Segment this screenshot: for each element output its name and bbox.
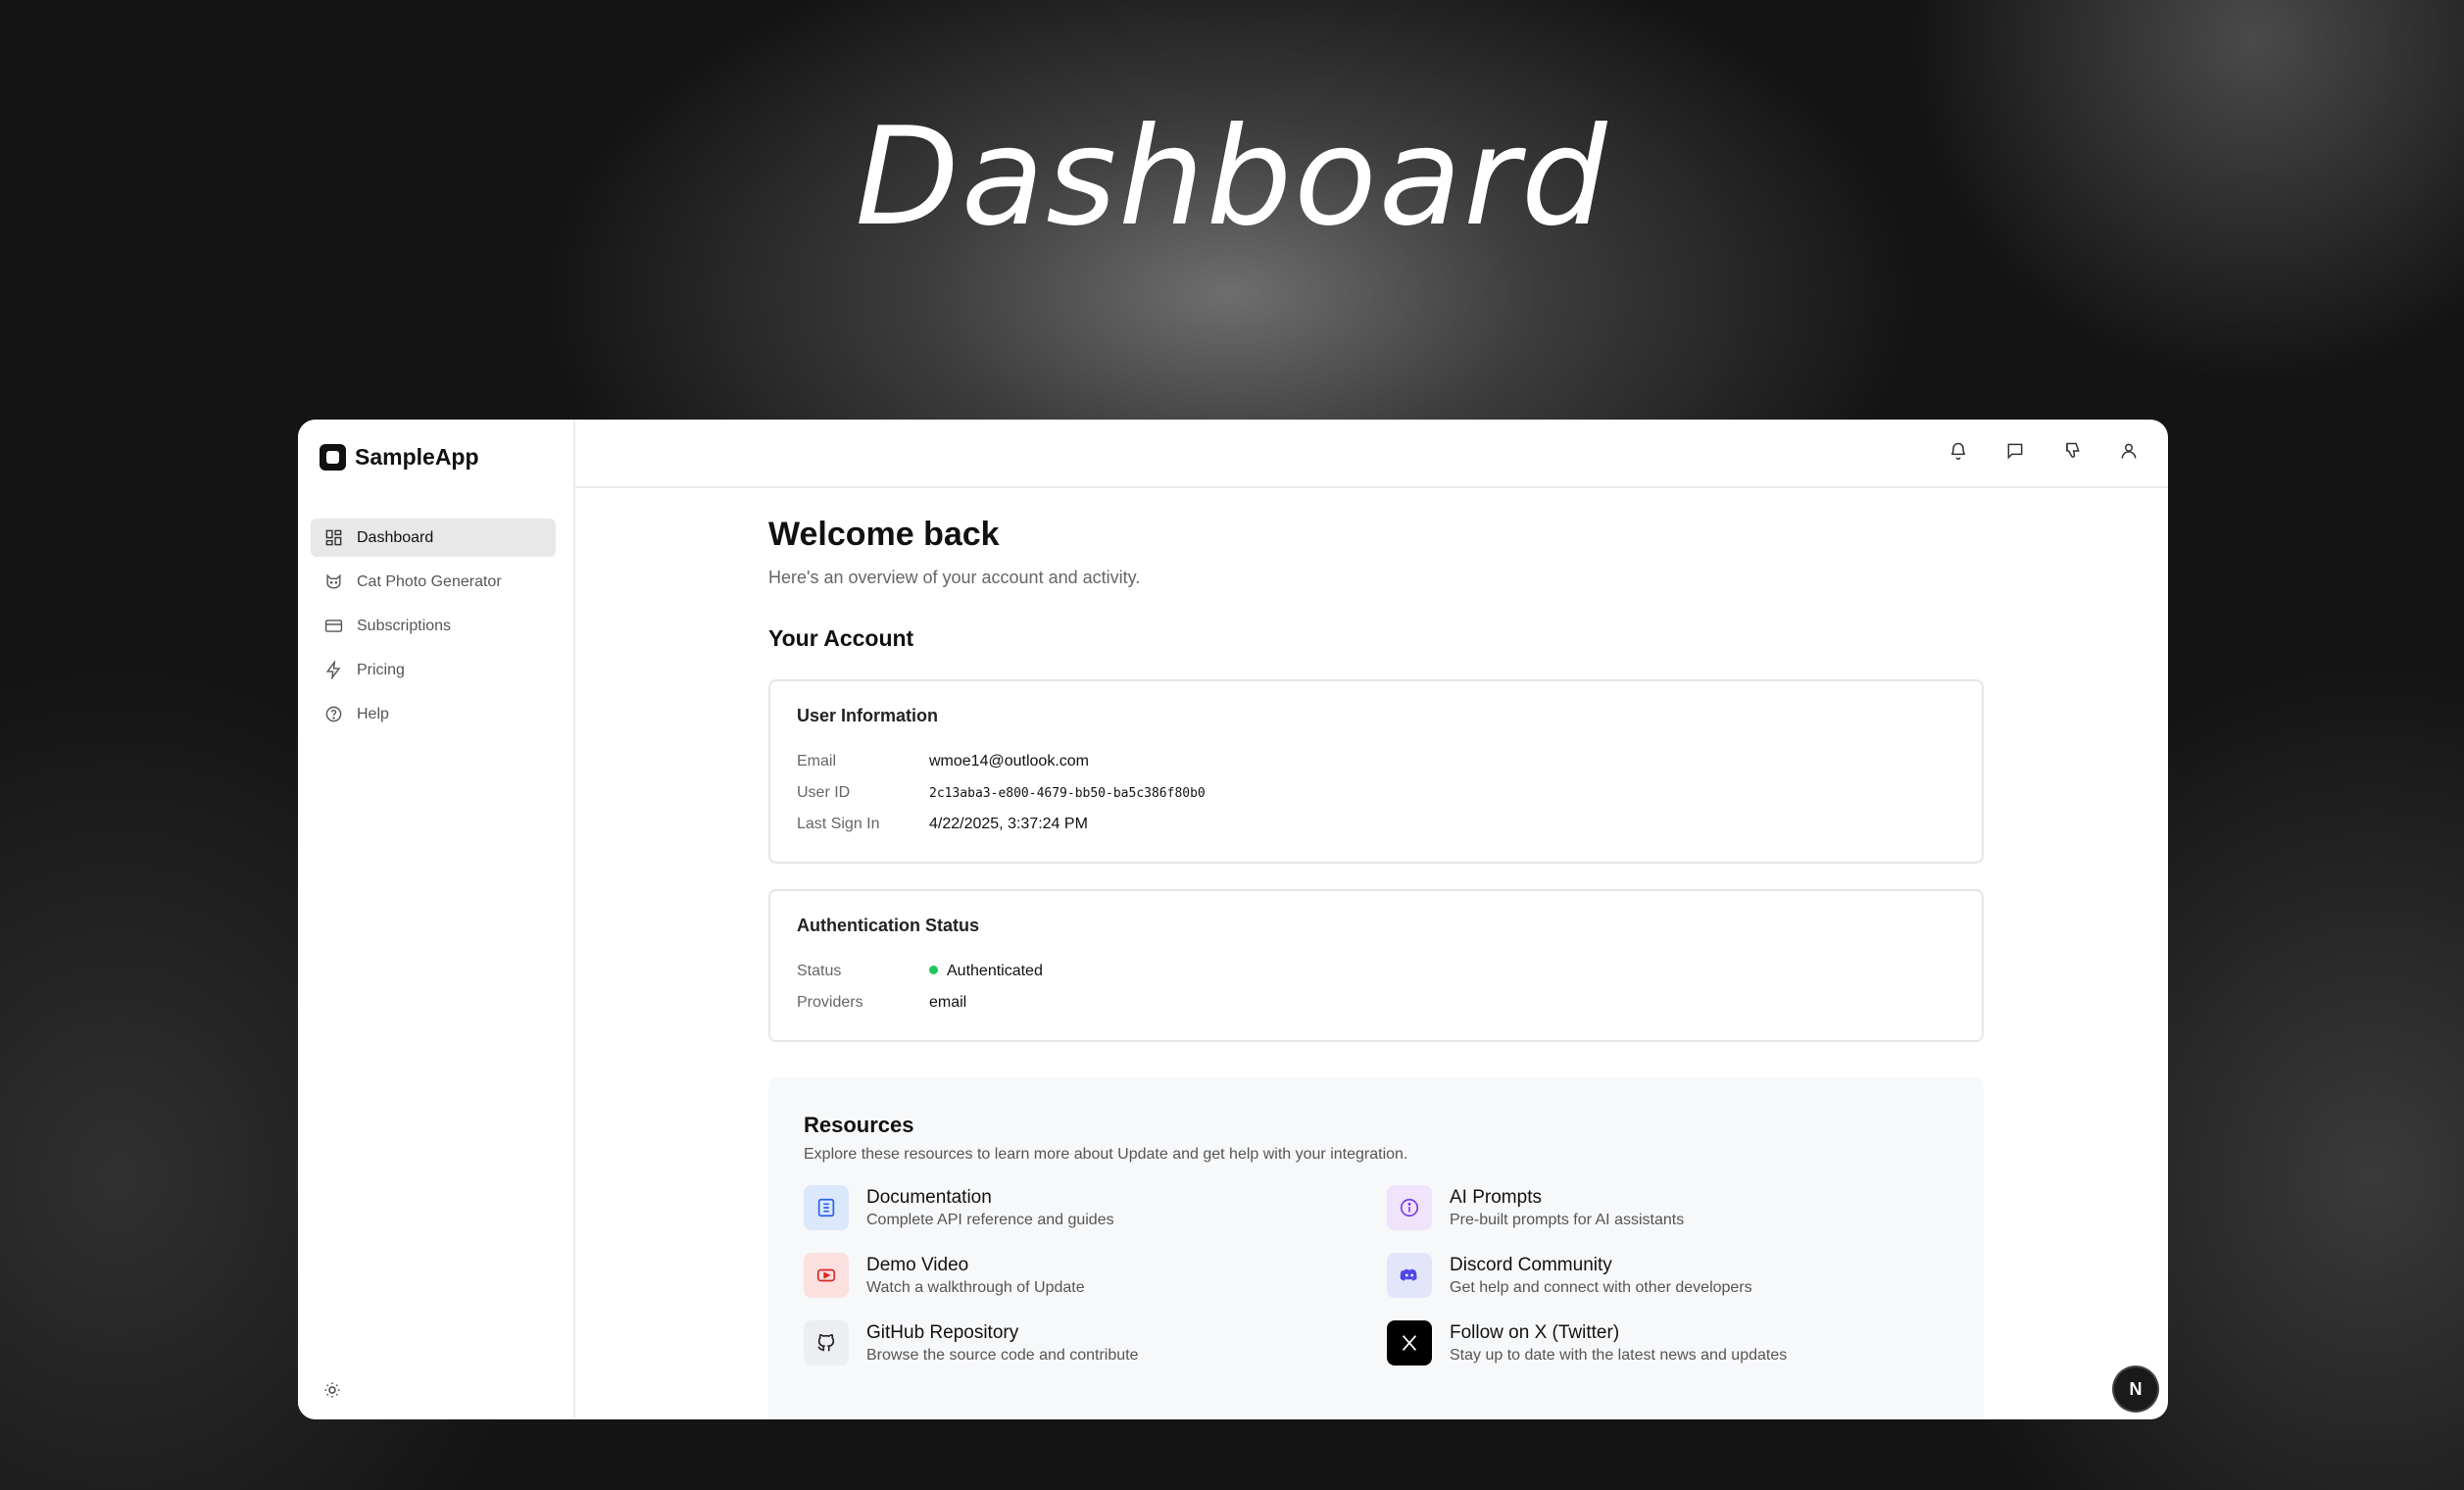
discord-icon <box>1387 1253 1432 1298</box>
cat-icon <box>326 573 341 589</box>
resource-name: GitHub Repository <box>866 1321 1019 1343</box>
email-value: wmoe14@outlook.com <box>929 753 1089 770</box>
sidebar-item-cat-photo-generator[interactable]: Cat Photo Generator <box>311 563 556 601</box>
sun-icon[interactable] <box>323 1381 341 1399</box>
resource-desc: Get help and connect with other develope… <box>1450 1278 1752 1296</box>
user-id-value: 2c13aba3-e800-4679-bb50-ba5c386f80b0 <box>929 785 1206 801</box>
github-icon <box>804 1320 849 1366</box>
user-icon[interactable] <box>2119 441 2139 461</box>
resource-desc: Watch a walkthrough of Update <box>866 1278 1085 1296</box>
document-icon <box>804 1185 849 1230</box>
auth-status-card: Authentication Status Status Authenticat… <box>768 889 1984 1042</box>
email-row: Email wmoe14@outlook.com <box>797 746 1955 777</box>
resource-follow-on-x[interactable]: Follow on X (Twitter) Stay up to date wit… <box>1387 1320 1936 1366</box>
page-subtitle: Here's an overview of your account and a… <box>768 568 1141 587</box>
resource-desc: Browse the source code and contribute <box>866 1346 1139 1364</box>
resource-desc: Pre-built prompts for AI assistants <box>1450 1211 1685 1228</box>
resource-ai-prompts[interactable]: AI Prompts Pre-built prompts for AI assis… <box>1387 1185 1936 1230</box>
sidebar-item-label: Cat Photo Generator <box>357 572 502 590</box>
help-circle-icon <box>325 706 342 722</box>
status-dot-icon <box>929 966 938 975</box>
email-label: Email <box>797 753 837 770</box>
thumbs-down-icon[interactable] <box>2062 441 2082 461</box>
sidebar-item-dashboard[interactable]: Dashboard <box>311 519 556 557</box>
sidebar: SampleApp Dashboard Cat Photo Generator … <box>298 420 575 1419</box>
resource-name: Discord Community <box>1450 1254 1612 1275</box>
resource-name: Follow on X (Twitter) <box>1450 1321 1620 1343</box>
lightning-icon <box>325 661 341 679</box>
sidebar-item-label: Subscriptions <box>357 617 452 634</box>
user-id-label: User ID <box>797 784 851 801</box>
user-id-row: User ID 2c13aba3-e800-4679-bb50-ba5c386f… <box>797 777 1955 809</box>
sidebar-item-help[interactable]: Help <box>311 695 556 733</box>
last-sign-in-value: 4/22/2025, 3:37:24 PM <box>929 816 1088 832</box>
card-title: Authentication Status <box>797 916 980 935</box>
resources-subtitle: Explore these resources to learn more ab… <box>804 1146 1408 1163</box>
resource-name: Demo Video <box>866 1254 969 1275</box>
resource-github-repository[interactable]: GitHub Repository Browse the source code … <box>804 1320 1387 1366</box>
sidebar-item-pricing[interactable]: Pricing <box>311 651 556 689</box>
x-icon <box>1387 1320 1432 1366</box>
status-row: Status Authenticated <box>797 956 1955 987</box>
credit-card-icon <box>324 620 343 632</box>
page-title: Welcome back <box>768 516 1000 553</box>
resources-panel: Resources Explore these resources to lea… <box>768 1077 1984 1419</box>
topbar <box>575 420 2168 488</box>
resource-documentation[interactable]: Documentation Complete API reference and … <box>804 1185 1387 1230</box>
sidebar-item-subscriptions[interactable]: Subscriptions <box>311 607 556 645</box>
resources-title: Resources <box>804 1113 914 1137</box>
status-label: Status <box>797 963 842 979</box>
sidebar-item-label: Dashboard <box>357 528 434 546</box>
bell-icon[interactable] <box>1948 441 1968 461</box>
user-info-card: User Information Email wmoe14@outlook.co… <box>768 679 1984 864</box>
hero-title: Dashboard <box>855 98 1609 256</box>
grid-icon <box>325 529 342 546</box>
message-icon[interactable] <box>2005 441 2025 461</box>
n-badge[interactable]: N <box>2114 1367 2157 1411</box>
resource-desc: Complete API reference and guides <box>866 1211 1114 1228</box>
sidebar-item-label: Pricing <box>357 661 405 678</box>
main-content: Welcome back Here's an overview of your … <box>768 486 1984 1419</box>
resource-demo-video[interactable]: Demo Video Watch a walkthrough of Update <box>804 1253 1387 1298</box>
last-sign-in-row: Last Sign In 4/22/2025, 3:37:24 PM <box>797 809 1955 840</box>
section-title: Your Account <box>768 625 914 651</box>
resource-name: AI Prompts <box>1450 1186 1542 1208</box>
last-sign-in-label: Last Sign In <box>797 816 880 832</box>
brand[interactable]: SampleApp <box>320 444 479 471</box>
app-logo-icon <box>320 444 346 471</box>
status-value: Authenticated <box>947 963 1043 979</box>
providers-row: Providers email <box>797 987 1955 1018</box>
providers-value: email <box>929 994 967 1011</box>
info-icon <box>1387 1185 1432 1230</box>
resource-discord-community[interactable]: Discord Community Get help and connect wi… <box>1387 1253 1936 1298</box>
card-title: User Information <box>797 706 939 725</box>
resource-desc: Stay up to date with the latest news and… <box>1450 1346 1788 1364</box>
youtube-icon <box>804 1253 849 1298</box>
sidebar-item-label: Help <box>357 705 389 722</box>
sidebar-nav: Dashboard Cat Photo Generator Subscripti… <box>311 519 556 739</box>
resource-name: Documentation <box>866 1186 992 1208</box>
providers-label: Providers <box>797 994 863 1011</box>
app-name: SampleApp <box>355 444 479 470</box>
app-window: SampleApp Dashboard Cat Photo Generator … <box>298 420 2168 1419</box>
